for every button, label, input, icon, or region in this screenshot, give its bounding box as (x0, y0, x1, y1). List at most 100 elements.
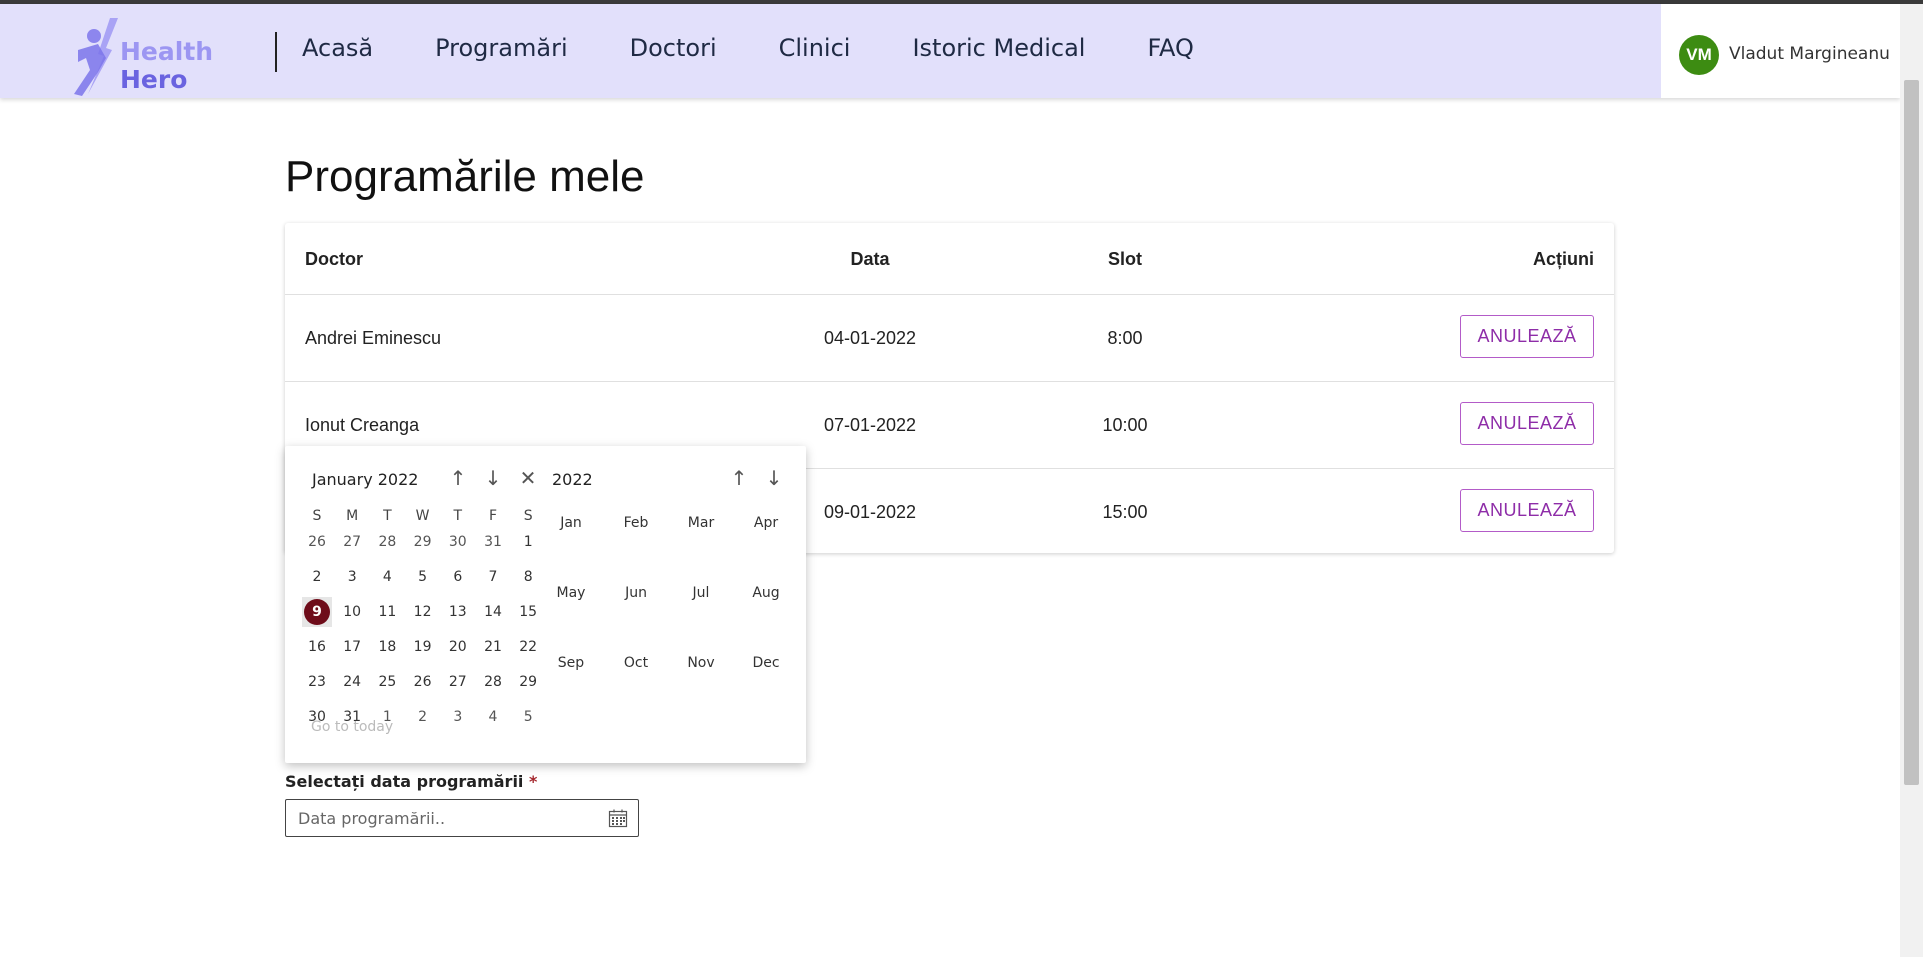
calendar-day[interactable]: 4 (478, 702, 508, 732)
calendar-day[interactable]: 31 (478, 527, 508, 557)
month-option[interactable]: Sep (541, 655, 601, 671)
brand-line1: Health (120, 37, 214, 66)
appointment-date-field[interactable] (285, 799, 639, 837)
calendar-day[interactable]: 18 (372, 632, 402, 662)
month-option[interactable]: Mar (671, 515, 731, 531)
calendar-day[interactable]: 20 (443, 632, 473, 662)
calendar-day[interactable]: 4 (372, 562, 402, 592)
calendar-day[interactable]: 5 (408, 562, 438, 592)
arrow-up-icon[interactable]: ↑ (445, 465, 471, 491)
appointment-date: 04-01-2022 (823, 328, 917, 348)
calendar-day[interactable]: 23 (302, 667, 332, 697)
table-row: Andrei Eminescu 04-01-2022 8:00 ANULEAZĂ (285, 295, 1614, 382)
calendar-day[interactable]: 29 (408, 527, 438, 557)
calendar-day[interactable]: 21 (478, 632, 508, 662)
calendar-day[interactable]: 17 (337, 632, 367, 662)
doctor-name: Andrei Eminescu (305, 328, 442, 348)
calendar-day[interactable]: 28 (478, 667, 508, 697)
month-option[interactable]: Apr (736, 515, 796, 531)
arrow-down-icon[interactable]: ↓ (761, 465, 787, 491)
user-name[interactable]: Vladut Margineanu (1729, 44, 1890, 64)
calendar-day[interactable]: 16 (302, 632, 332, 662)
calendar-day[interactable]: 22 (513, 632, 543, 662)
doctor-name: Ionut Creanga (305, 415, 420, 435)
calendar-day[interactable]: 7 (478, 562, 508, 592)
scrollbar-thumb[interactable] (1904, 80, 1919, 785)
calendar-day[interactable]: 27 (443, 667, 473, 697)
calendar-day[interactable]: 10 (337, 597, 367, 627)
calendar-day-selected[interactable]: 9 (302, 597, 332, 627)
label-text: Selectați data programării (285, 772, 524, 791)
calendar-day[interactable]: 2 (302, 562, 332, 592)
calendar-day[interactable]: 13 (443, 597, 473, 627)
month-option[interactable]: Oct (606, 655, 666, 671)
brand-line2: Hero (120, 65, 188, 94)
calendar-day[interactable]: 15 (513, 597, 543, 627)
calendar-day[interactable]: 19 (408, 632, 438, 662)
required-mark: * (529, 772, 538, 791)
appointment-slot: 8:00 (1107, 328, 1143, 348)
column-header-slot: Slot (1108, 249, 1142, 269)
calendar-day[interactable]: 30 (443, 527, 473, 557)
calendar-day[interactable]: 26 (408, 667, 438, 697)
column-header-doctor: Doctor (305, 249, 363, 269)
calendar-day[interactable]: 25 (372, 667, 402, 697)
calendar-day[interactable]: 3 (443, 702, 473, 732)
calendar-day[interactable]: 6 (443, 562, 473, 592)
month-option[interactable]: Nov (671, 655, 731, 671)
calendar-day[interactable]: 12 (408, 597, 438, 627)
month-option[interactable]: Jan (541, 515, 601, 531)
column-header-actions: Acțiuni (1533, 249, 1594, 269)
arrow-down-icon[interactable]: ↓ (480, 465, 506, 491)
calendar-day[interactable]: 8 (513, 562, 543, 592)
calendar-month-label[interactable]: January 2022 (312, 470, 418, 489)
close-icon[interactable]: ✕ (515, 465, 541, 491)
month-option[interactable]: Aug (736, 585, 796, 601)
date-picker-popup: January 2022 ↑ ↓ ✕ 2022 ↑ ↓ SMTWTFS 26 27… (285, 446, 806, 763)
month-option[interactable]: Jun (606, 585, 666, 601)
appointment-slot: 10:00 (1102, 415, 1148, 435)
calendar-day[interactable]: 2 (408, 702, 438, 732)
calendar-icon[interactable] (608, 808, 628, 828)
nav-item-acasa[interactable]: Acasă (302, 34, 373, 62)
calendar-day[interactable]: 29 (513, 667, 543, 697)
month-option[interactable]: Dec (736, 655, 796, 671)
weekday-label: F (488, 508, 498, 524)
calendar-day[interactable]: 5 (513, 702, 543, 732)
nav-item-doctori[interactable]: Doctori (630, 34, 717, 62)
calendar-day[interactable]: 14 (478, 597, 508, 627)
month-option[interactable]: May (541, 585, 601, 601)
go-to-today-link[interactable]: Go to today (311, 719, 393, 735)
nav-item-programari[interactable]: Programări (435, 34, 568, 62)
brand-name: Health Hero (120, 38, 213, 94)
calendar-year-label[interactable]: 2022 (552, 470, 593, 489)
calendar-day[interactable]: 11 (372, 597, 402, 627)
arrow-up-icon[interactable]: ↑ (726, 465, 752, 491)
appointment-date-label: Selectați data programării * (285, 772, 537, 791)
weekday-label: S (523, 508, 533, 524)
nav-item-faq[interactable]: FAQ (1147, 34, 1194, 62)
brand-logo[interactable]: Health Hero (68, 14, 218, 104)
nav-item-clinici[interactable]: Clinici (779, 34, 851, 62)
cancel-appointment-button[interactable]: ANULEAZĂ (1460, 402, 1594, 445)
month-option[interactable]: Jul (671, 585, 731, 601)
month-option[interactable]: Feb (606, 515, 666, 531)
user-menu[interactable]: VM Vladut Margineanu (1661, 4, 1900, 98)
weekday-label: M (346, 508, 359, 524)
nav-divider (275, 32, 277, 72)
calendar-day[interactable]: 1 (513, 527, 543, 557)
column-header-date: Data (850, 249, 890, 269)
runner-logo-icon (74, 18, 118, 96)
weekday-label: T (453, 508, 463, 524)
table-header-row: Doctor Data Slot Acțiuni (285, 223, 1614, 295)
cancel-appointment-button[interactable]: ANULEAZĂ (1460, 489, 1594, 532)
appointment-date-input[interactable] (296, 808, 590, 829)
nav-item-istoric-medical[interactable]: Istoric Medical (912, 34, 1085, 62)
calendar-day[interactable]: 24 (337, 667, 367, 697)
calendar-day[interactable]: 26 (302, 527, 332, 557)
calendar-day[interactable]: 27 (337, 527, 367, 557)
calendar-day[interactable]: 28 (372, 527, 402, 557)
calendar-day[interactable]: 3 (337, 562, 367, 592)
avatar[interactable]: VM (1679, 35, 1719, 75)
cancel-appointment-button[interactable]: ANULEAZĂ (1460, 315, 1594, 358)
